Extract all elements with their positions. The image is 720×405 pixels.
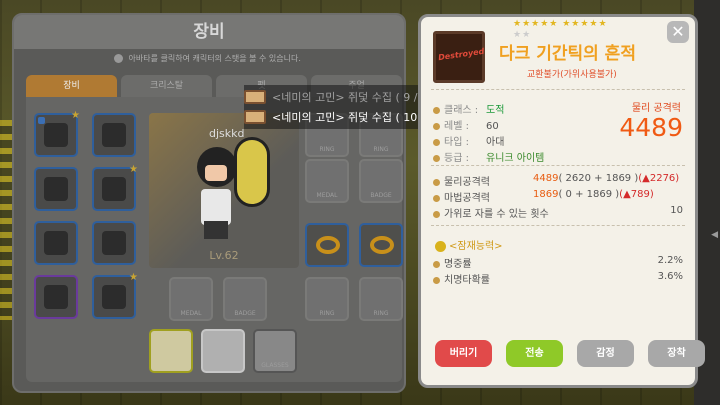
bullet-icon — [433, 138, 440, 146]
divider — [431, 165, 685, 166]
stat-physical-attack: 물리공격력 4489( 2620 + 1869 )(▲2276) — [433, 173, 683, 188]
slot-glasses[interactable]: GLASSES — [253, 329, 297, 373]
character-body — [201, 189, 231, 225]
slot-label: BADGE — [234, 310, 256, 317]
character-legs — [204, 221, 228, 239]
slot-shoulder[interactable]: ★ — [34, 110, 80, 157]
slot-label: BADGE — [370, 192, 392, 199]
trade-status: 교환불가(가위사용불가) — [527, 70, 617, 80]
hat-item-icon — [102, 123, 126, 147]
divider — [431, 225, 685, 226]
item-level: 레벨 :60 — [433, 117, 499, 132]
edge-marker: ◀ — [711, 230, 718, 240]
equip-button[interactable]: 장착 — [648, 340, 705, 367]
slot-badge-2[interactable]: BADGE — [223, 277, 267, 321]
bullet-icon — [433, 178, 440, 186]
slot-label: MEDAL — [180, 310, 202, 317]
slot-ring-6[interactable]: RING — [359, 277, 403, 321]
transfer-button[interactable]: 전송 — [506, 340, 563, 367]
bullet-icon — [433, 106, 440, 114]
tab-crystal[interactable]: 크리스탈 — [121, 75, 212, 97]
item-detail-panel: ★★★★★ ★★★★★ ★★ ✕ Destroyed 다크 기간틱의 흔적 교환… — [418, 14, 705, 388]
book-icon — [244, 110, 266, 124]
close-button[interactable]: ✕ — [667, 21, 689, 43]
character-level: Lv.62 — [209, 249, 239, 262]
book-icon — [244, 90, 266, 104]
slot-label: RING — [319, 310, 335, 317]
slot-gloves[interactable] — [34, 221, 78, 265]
potential-icon — [435, 240, 446, 252]
item-name: 다크 기간틱의 흔적 — [499, 44, 636, 64]
slot-face-accessory[interactable] — [201, 329, 245, 373]
stat-magic-attack: 마법공격력 1869( 0 + 1869 )(▲789) — [433, 189, 683, 204]
slot-label: RING — [373, 310, 389, 317]
equipment-window: 장비 아바타를 클릭하여 캐릭터의 스탯을 볼 수 있습니다. 장비 크리스탈 … — [12, 13, 406, 393]
action-buttons: 버리기 전송 감정 장착 — [435, 340, 705, 367]
item-grade: 등급 : 유니크 아이템 — [433, 149, 544, 164]
info-icon — [114, 54, 123, 63]
potential-title: <잠재능력> — [435, 237, 503, 252]
potential-crit: 치명타확률 3.6% — [433, 271, 683, 286]
slot-pocket[interactable] — [149, 329, 193, 373]
star-icon: ★ — [129, 164, 138, 175]
bullet-icon — [433, 154, 440, 162]
equipment-body: ★ ★ ★ djskkd Lv.62 RING RING MEDAL BADGE… — [26, 97, 403, 382]
bullet-icon — [433, 210, 440, 218]
slot-label: MEDAL — [316, 192, 338, 199]
slot-ring-5[interactable]: RING — [305, 277, 349, 321]
slot-bottom[interactable]: ★ — [92, 164, 138, 211]
slot-label: RING — [319, 146, 335, 153]
slot-shoes[interactable] — [92, 221, 136, 265]
character-avatar[interactable]: djskkd Lv.62 — [149, 113, 299, 268]
belt-item-icon — [102, 285, 126, 309]
appraise-button[interactable]: 감정 — [577, 340, 634, 367]
slot-ring-4[interactable] — [359, 223, 403, 267]
ring-icon — [316, 236, 340, 254]
bullet-icon — [433, 260, 440, 268]
bullet-icon — [433, 276, 440, 284]
star-icon: ★ — [71, 110, 80, 121]
top-item-icon — [44, 177, 68, 201]
item-type: 타입 : 아대 — [433, 133, 504, 148]
slot-cape[interactable] — [34, 275, 78, 319]
attack-value: 4489 — [619, 113, 683, 142]
discard-button[interactable]: 버리기 — [435, 340, 492, 367]
shoes-item-icon — [102, 231, 126, 255]
potential-accuracy: 명중률 2.2% — [433, 255, 683, 270]
item-icon-text: Destroyed — [437, 46, 485, 63]
ring-icon — [370, 236, 394, 254]
divider — [431, 89, 685, 90]
tab-equipment[interactable]: 장비 — [26, 75, 117, 97]
quest-row: <네미의 고민> 쥐덫 수집 ( 9 / 85 ) — [244, 87, 443, 107]
slot-top[interactable] — [34, 167, 78, 211]
slot-belt[interactable]: ★ — [92, 272, 138, 319]
weapon-icon — [234, 137, 270, 207]
slot-hat[interactable] — [92, 113, 136, 157]
star-icon: ★ — [129, 272, 138, 283]
star-rating: ★★★★★ ★★★★★ — [513, 19, 608, 29]
equipment-title: 장비 — [14, 15, 404, 49]
gloves-item-icon — [44, 231, 68, 255]
hint-text: 아바타를 클릭하여 캐릭터의 스탯을 볼 수 있습니다. — [128, 54, 301, 63]
character-name: djskkd — [209, 127, 245, 140]
cape-item-icon — [44, 285, 68, 309]
bullet-icon — [433, 122, 440, 130]
lock-icon — [38, 117, 45, 124]
slot-medal-2[interactable]: MEDAL — [169, 277, 213, 321]
bottom-item-icon — [102, 177, 126, 201]
stat-scissors-count: 가위로 자를 수 있는 횟수 10 — [433, 205, 683, 220]
slot-label: RING — [373, 146, 389, 153]
slot-medal[interactable]: MEDAL — [305, 159, 349, 203]
equipment-hint: 아바타를 클릭하여 캐릭터의 스탯을 볼 수 있습니다. — [114, 53, 301, 64]
character-face — [205, 165, 227, 181]
slot-badge[interactable]: BADGE — [359, 159, 403, 203]
item-icon: Destroyed — [433, 31, 485, 83]
attack-label: 물리 공격력 — [631, 103, 681, 114]
slot-ring-3[interactable] — [305, 223, 349, 267]
shoulder-item-icon — [44, 123, 68, 147]
bullet-icon — [433, 194, 440, 202]
slot-label: GLASSES — [261, 362, 289, 369]
item-class: 클래스 : 도적 — [433, 101, 504, 116]
